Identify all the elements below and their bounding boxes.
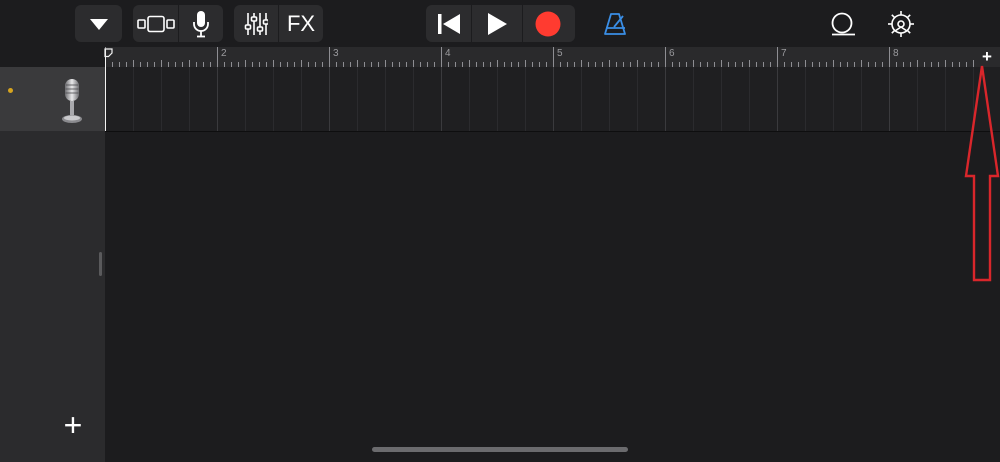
go-to-beginning-icon <box>437 13 460 34</box>
top-toolbar: FX <box>0 0 1000 47</box>
tracks-view-button[interactable] <box>133 5 178 42</box>
tracks-view-icon <box>136 15 175 32</box>
sidebar-resize-handle[interactable] <box>99 252 102 276</box>
playhead-handle[interactable] <box>104 48 114 58</box>
mixer-sliders-icon <box>244 12 268 35</box>
metronome-button[interactable] <box>600 5 630 42</box>
ruler-ticks <box>105 47 974 67</box>
home-indicator <box>372 447 628 452</box>
ruler-bar-number: 6 <box>669 48 675 59</box>
track-indicator-dot <box>8 88 13 93</box>
metronome-icon <box>604 12 626 35</box>
add-section-label: + <box>982 46 992 66</box>
record-button[interactable] <box>523 5 573 42</box>
transport-group <box>426 5 575 42</box>
go-to-beginning-button[interactable] <box>426 5 471 42</box>
mix-group: FX <box>234 5 323 42</box>
browser-group <box>75 5 122 42</box>
tracks-workspace[interactable] <box>105 132 1000 462</box>
settings-button[interactable] <box>886 5 916 42</box>
loop-browser-button[interactable] <box>828 5 858 42</box>
loop-browser-icon <box>831 12 855 35</box>
mixer-button[interactable] <box>234 5 278 42</box>
track-lane-audio-recorder[interactable] <box>105 67 1000 132</box>
ruler-bar-number: 8 <box>893 48 899 59</box>
ruler-bar-number: 7 <box>781 48 787 59</box>
playhead[interactable] <box>105 49 106 131</box>
annotation-arrow-up-icon <box>964 65 1000 282</box>
chevron-down-icon <box>89 18 108 30</box>
ruler-bar-number: 3 <box>333 48 339 59</box>
add-section-button[interactable]: + <box>980 46 994 66</box>
record-icon <box>535 11 561 36</box>
add-track-button[interactable]: + <box>58 408 88 442</box>
ruler-corner <box>0 47 105 67</box>
ruler-bar-number: 2 <box>221 48 227 59</box>
browser-button[interactable] <box>75 5 122 42</box>
fx-button[interactable]: FX <box>279 5 323 42</box>
view-group <box>133 5 223 42</box>
microphone-icon <box>62 79 82 123</box>
ruler-bar-number: 4 <box>445 48 451 59</box>
ruler-bar-number: 5 <box>557 48 563 59</box>
microphone-icon <box>193 10 209 37</box>
track-sidebar <box>0 131 105 462</box>
play-icon <box>488 12 507 35</box>
play-button[interactable] <box>472 5 522 42</box>
timeline-ruler[interactable]: 2 3 4 5 6 7 8 + <box>105 47 1000 67</box>
add-track-label: + <box>63 407 83 443</box>
lane-gridlines <box>105 67 974 131</box>
smart-controls-button[interactable] <box>179 5 223 42</box>
fx-label: FX <box>286 10 316 36</box>
track-header-audio-recorder[interactable] <box>0 67 105 131</box>
settings-gear-icon <box>888 10 914 37</box>
